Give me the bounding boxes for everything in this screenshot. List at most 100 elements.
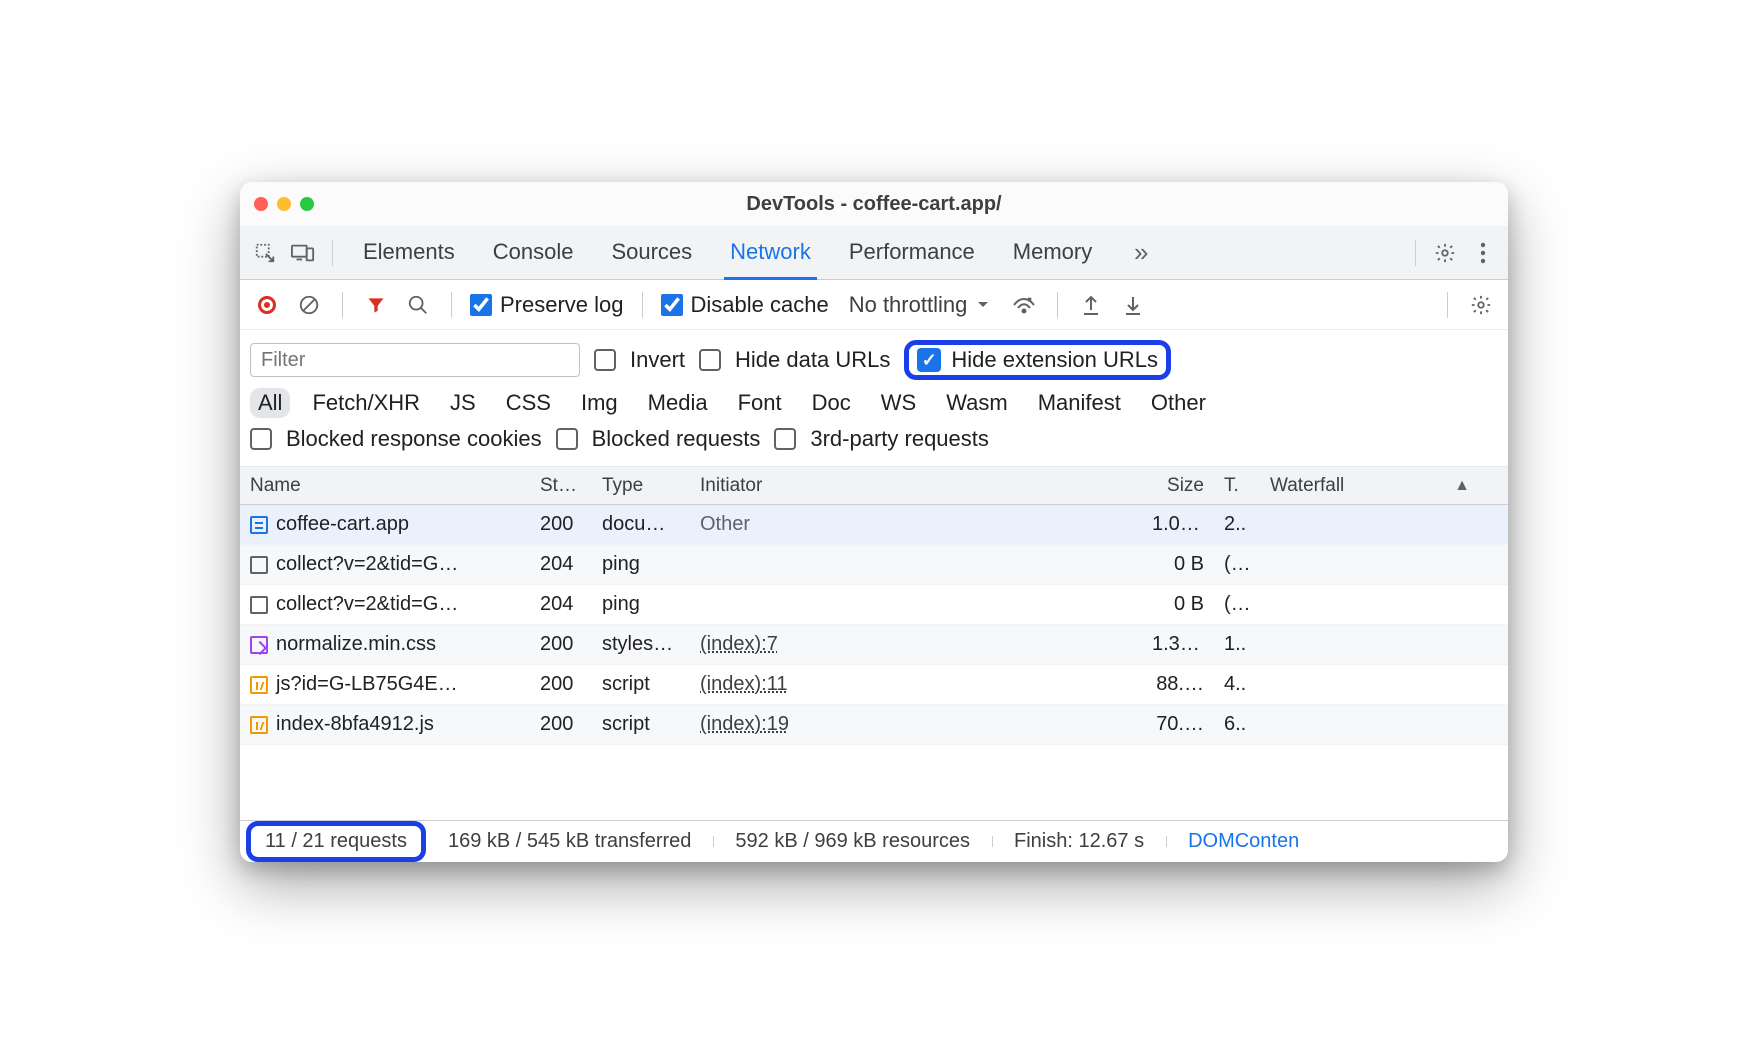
time-cell: 6.. [1214, 713, 1260, 736]
preserve-log-checkbox[interactable]: Preserve log [470, 292, 624, 318]
blocked-cookies-checkbox[interactable] [250, 428, 272, 450]
device-toggle-icon[interactable] [288, 238, 318, 268]
hide-extension-checkbox[interactable]: ✓ [917, 348, 941, 372]
status-cell: 204 [530, 593, 592, 616]
table-header: Name St… Type Initiator Size T. Waterfal… [240, 467, 1508, 505]
tabbar: Elements Console Sources Network Perform… [240, 226, 1508, 280]
separator [1057, 292, 1058, 318]
hide-extension-label: Hide extension URLs [951, 347, 1158, 373]
type-filter-img[interactable]: Img [573, 388, 626, 418]
hide-extension-highlight: ✓ Hide extension URLs [904, 340, 1171, 380]
type-cell: docu… [592, 513, 690, 536]
col-status[interactable]: St… [530, 475, 592, 497]
request-name: index-8bfa4912.js [276, 713, 434, 736]
filter-input[interactable] [250, 343, 580, 377]
type-filter-css[interactable]: CSS [498, 388, 559, 418]
gear-icon[interactable] [1466, 290, 1496, 320]
separator [1415, 240, 1416, 266]
tab-console[interactable]: Console [489, 227, 578, 279]
search-icon[interactable] [403, 290, 433, 320]
hide-data-label: Hide data URLs [735, 347, 890, 373]
type-filter-all[interactable]: All [250, 388, 290, 418]
time-cell: 2.. [1214, 513, 1260, 536]
request-name: coffee-cart.app [276, 513, 409, 536]
col-initiator[interactable]: Initiator [690, 475, 1142, 497]
gear-icon[interactable] [1430, 238, 1460, 268]
clear-icon[interactable] [294, 290, 324, 320]
separator [642, 292, 643, 318]
initiator-link[interactable]: (index):7 [700, 633, 778, 655]
filter-icon[interactable] [361, 290, 391, 320]
status-cell: 200 [530, 633, 592, 656]
col-name[interactable]: Name [240, 475, 530, 497]
size-cell: 1.3 … [1142, 633, 1214, 656]
col-size[interactable]: Size [1142, 475, 1214, 497]
js-file-icon [250, 716, 268, 734]
download-icon[interactable] [1118, 290, 1148, 320]
col-time[interactable]: T. [1214, 475, 1260, 497]
time-cell: (… [1214, 593, 1260, 616]
type-filter-other[interactable]: Other [1143, 388, 1214, 418]
request-name: collect?v=2&tid=G… [276, 553, 458, 576]
more-tabs-icon[interactable]: » [1126, 238, 1156, 268]
col-waterfall[interactable]: Waterfall ▲ [1260, 475, 1508, 497]
invert-label: Invert [630, 347, 685, 373]
throttling-select[interactable]: No throttling [841, 288, 998, 322]
table-row[interactable]: collect?v=2&tid=G…204ping0 B(… [240, 545, 1508, 585]
sort-asc-icon: ▲ [1454, 477, 1498, 495]
initiator-link[interactable]: (index):11 [700, 673, 787, 695]
third-party-checkbox[interactable] [774, 428, 796, 450]
record-icon[interactable] [252, 290, 282, 320]
tab-sources[interactable]: Sources [607, 227, 696, 279]
disable-cache-checkbox[interactable]: Disable cache [661, 292, 829, 318]
upload-icon[interactable] [1076, 290, 1106, 320]
type-filter-ws[interactable]: WS [873, 388, 924, 418]
type-cell: script [592, 673, 690, 696]
request-table: Name St… Type Initiator Size T. Waterfal… [240, 467, 1508, 820]
size-cell: 1.0 … [1142, 513, 1214, 536]
type-filter-manifest[interactable]: Manifest [1030, 388, 1129, 418]
type-cell: ping [592, 553, 690, 576]
kebab-icon[interactable] [1468, 238, 1498, 268]
type-filter-font[interactable]: Font [730, 388, 790, 418]
type-filters: All Fetch/XHR JS CSS Img Media Font Doc WS Wasm Ma… [250, 384, 1498, 422]
initiator-text: Other [700, 513, 750, 535]
blocked-cookies-label: Blocked response cookies [286, 426, 542, 452]
throttling-label: No throttling [849, 292, 968, 318]
inspect-icon[interactable] [250, 238, 280, 268]
type-filter-wasm[interactable]: Wasm [938, 388, 1016, 418]
time-cell: (… [1214, 553, 1260, 576]
invert-checkbox[interactable] [594, 349, 616, 371]
table-row[interactable]: coffee-cart.app200docu…Other1.0 …2.. [240, 505, 1508, 545]
initiator-link[interactable]: (index):19 [700, 713, 789, 735]
tab-performance[interactable]: Performance [845, 227, 979, 279]
table-row[interactable]: normalize.min.css200styles…(index):71.3 … [240, 625, 1508, 665]
status-cell: 204 [530, 553, 592, 576]
third-party-label: 3rd-party requests [810, 426, 989, 452]
separator [342, 292, 343, 318]
tab-network[interactable]: Network [726, 227, 815, 279]
table-row[interactable]: index-8bfa4912.js200script(index):1970.…… [240, 705, 1508, 745]
network-conditions-icon[interactable] [1009, 290, 1039, 320]
time-cell: 1.. [1214, 633, 1260, 656]
devtools-window: DevTools - coffee-cart.app/ Elements Con… [240, 182, 1508, 862]
blocked-requests-label: Blocked requests [592, 426, 761, 452]
col-type[interactable]: Type [592, 475, 690, 497]
disable-cache-label: Disable cache [691, 292, 829, 318]
type-filter-js[interactable]: JS [442, 388, 484, 418]
network-toolbar: Preserve log Disable cache No throttling [240, 280, 1508, 330]
type-filter-media[interactable]: Media [640, 388, 716, 418]
type-filter-fetchxhr[interactable]: Fetch/XHR [304, 388, 428, 418]
titlebar: DevTools - coffee-cart.app/ [240, 182, 1508, 226]
tab-elements[interactable]: Elements [359, 227, 459, 279]
table-row[interactable]: collect?v=2&tid=G…204ping0 B(… [240, 585, 1508, 625]
filter-bar: Invert Hide data URLs ✓ Hide extension U… [240, 330, 1508, 467]
blocked-requests-checkbox[interactable] [556, 428, 578, 450]
hide-data-checkbox[interactable] [699, 349, 721, 371]
table-row[interactable]: js?id=G-LB75G4E…200script(index):1188.…4… [240, 665, 1508, 705]
chevron-down-icon [977, 301, 989, 309]
tab-memory[interactable]: Memory [1009, 227, 1096, 279]
time-cell: 4.. [1214, 673, 1260, 696]
type-filter-doc[interactable]: Doc [804, 388, 859, 418]
preserve-log-label: Preserve log [500, 292, 624, 318]
